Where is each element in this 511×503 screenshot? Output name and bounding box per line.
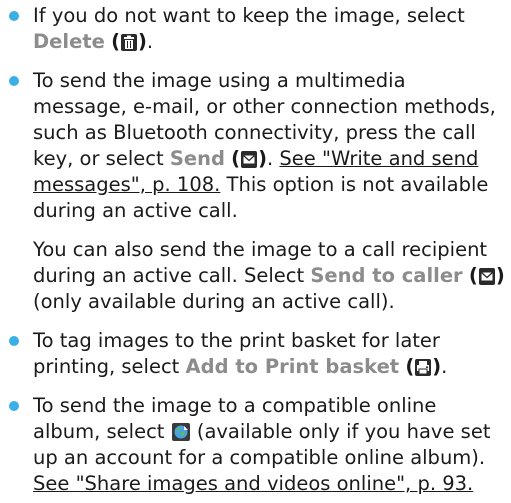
text-run: .	[146, 30, 154, 53]
share-images-videos-online-link[interactable]: See "Share images and videos online", p.…	[33, 472, 473, 495]
list-item-text: To tag images to the print basket for la…	[33, 329, 448, 378]
bullet	[9, 336, 19, 346]
bullet	[9, 401, 19, 411]
bullet	[9, 76, 19, 86]
text-run: If you do not want to keep the image, se…	[33, 4, 465, 27]
envelope-icon	[478, 268, 495, 285]
text-run: (only available during an active call).	[33, 290, 395, 313]
send-option-label: Send	[169, 147, 225, 170]
online-share-globe-icon	[171, 423, 190, 441]
list-item-subparagraph: You can also send the image to a call re…	[33, 238, 505, 313]
envelope-icon	[241, 151, 258, 168]
text-run: .	[441, 355, 448, 378]
list-item-online-album: To send the image to a compatible online…	[0, 393, 511, 497]
add-to-print-basket-option-label: Add to Print basket	[185, 355, 400, 378]
list-item-text: To send the image using a multimedia mes…	[33, 69, 496, 222]
print-basket-icon	[415, 359, 432, 376]
list-item-send: To send the image using a multimedia mes…	[0, 68, 511, 315]
list-item-print-basket: To tag images to the print basket for la…	[0, 328, 511, 380]
document-page: If you do not want to keep the image, se…	[0, 0, 511, 503]
list-item-delete: If you do not want to keep the image, se…	[0, 3, 511, 55]
trash-can-icon	[121, 34, 137, 51]
send-to-caller-option-label: Send to caller	[310, 264, 463, 287]
list-item-text: To send the image to a compatible online…	[33, 393, 505, 497]
bullet	[9, 11, 19, 21]
list-item-text: If you do not want to keep the image, se…	[33, 4, 465, 53]
delete-option-label: Delete	[33, 30, 105, 53]
text-run: .	[267, 147, 280, 170]
